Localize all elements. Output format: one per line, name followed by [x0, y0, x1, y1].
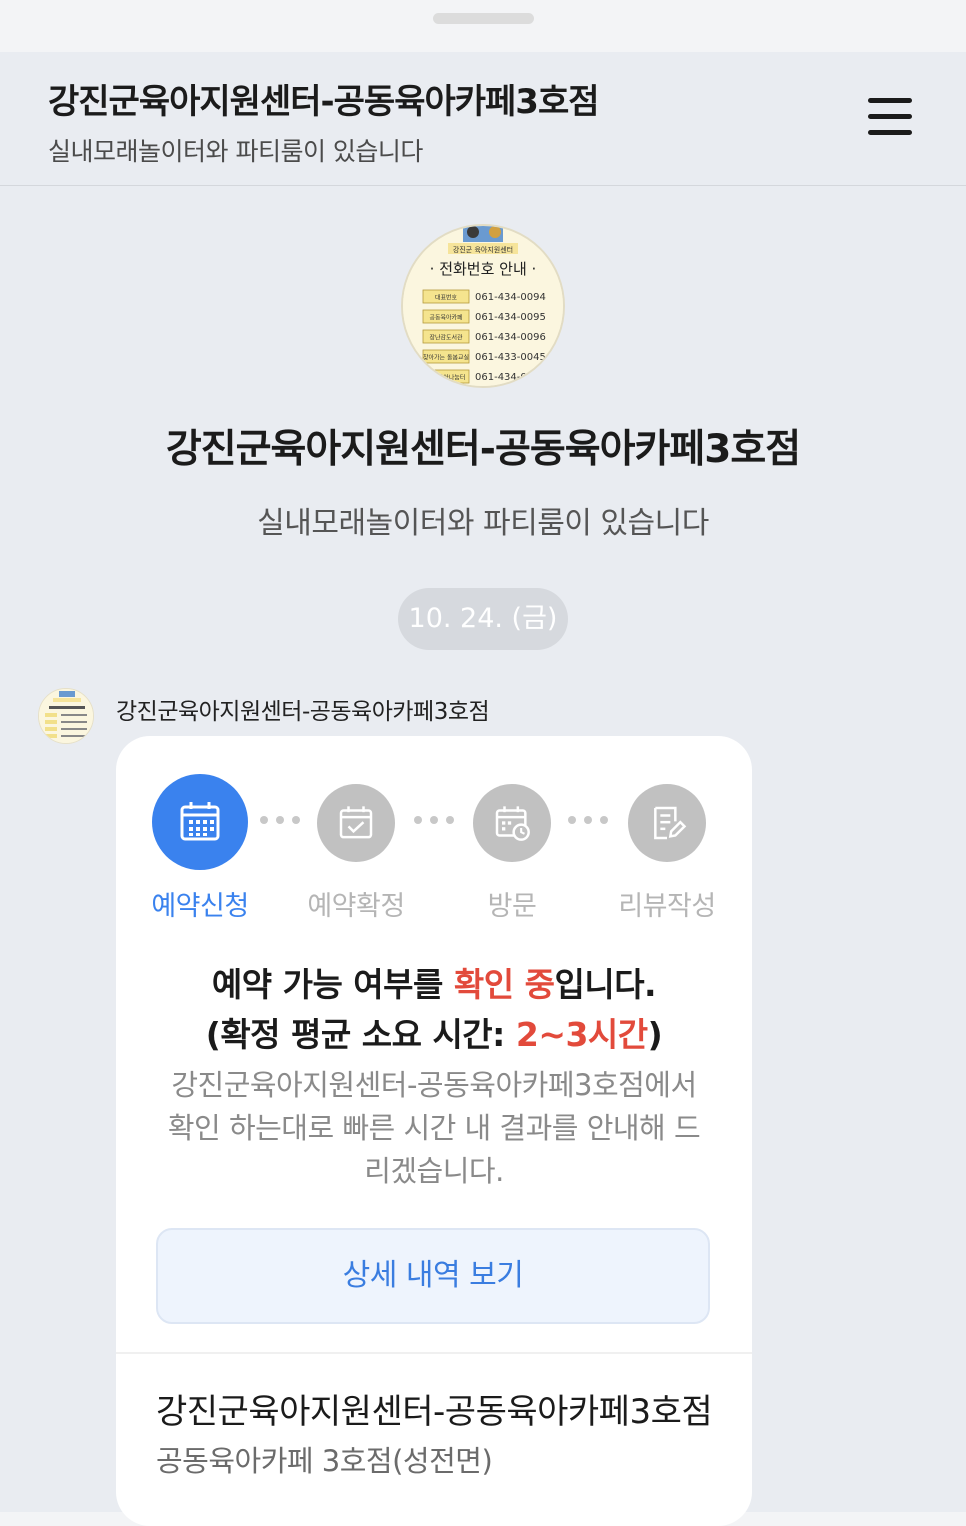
image-row-label: 공동육아나눔터 — [427, 374, 466, 382]
step-request-icon — [152, 774, 248, 870]
menu-bar — [868, 98, 912, 103]
place-branch: 공동육아카페 3호점(성전면) — [156, 1444, 493, 1478]
content: 강진군 육아지원센터 · 전화번호 안내 · 대표번호 061-434-0094 공… — [0, 186, 966, 1526]
calendar-check-icon — [339, 806, 373, 839]
step-label-request: 예약신청 — [151, 891, 249, 922]
review-pencil-icon — [654, 806, 687, 840]
profile-image-graphic: 강진군 육아지원센터 · 전화번호 안내 · 대표번호 061-434-0094 공… — [403, 226, 563, 386]
status-line-1: 예약 가능 여부를 확인 중입니다. — [116, 958, 752, 1006]
status-text: 예약 가능 여부를 — [211, 965, 454, 1004]
divider — [116, 1352, 752, 1354]
status-highlight: 확인 중 — [453, 965, 555, 1004]
menu-bar — [868, 114, 912, 119]
image-row-number: 061-433-0045 — [475, 352, 546, 363]
image-top-label: 강진군 육아지원센터 — [453, 245, 513, 254]
image-row-label: 대표번호 — [435, 294, 458, 302]
sender-name: 강진군육아지원센터-공동육아카페3호점 — [116, 699, 490, 725]
image-title: · 전화번호 안내 · — [430, 260, 537, 278]
header-subtitle: 실내모래놀이터와 파티룸이 있습니다 — [48, 137, 423, 166]
place-name: 강진군육아지원센터-공동육아카페3호점 — [156, 1392, 713, 1432]
sender-avatar[interactable] — [38, 688, 94, 744]
step-label-visit: 방문 — [487, 891, 537, 922]
status-line-2: (확정 평균 소요 시간: 2~3시간) — [116, 1008, 752, 1056]
image-row-label: 찾아가는 돌봄교실 — [423, 354, 469, 362]
menu-icon[interactable] — [862, 92, 918, 142]
view-details-button[interactable]: 상세 내역 보기 — [156, 1228, 710, 1324]
profile-name: 강진군육아지원센터-공동육아카페3호점 — [165, 427, 801, 472]
sheet-grabber[interactable] — [433, 13, 534, 24]
step-visit-icon — [473, 784, 551, 862]
status-text: 입니다. — [554, 965, 657, 1004]
sheet-top — [0, 0, 966, 52]
image-row-label: 공동육아카페 — [429, 314, 462, 322]
status-text: (확정 평균 소요 시간: — [205, 1015, 516, 1054]
calendar-clock-icon — [495, 806, 530, 841]
image-row-number: 061-434-0097 — [475, 372, 546, 383]
profile-image[interactable]: 강진군 육아지원센터 · 전화번호 안내 · 대표번호 061-434-0094 공… — [401, 224, 565, 388]
header: 강진군육아지원센터-공동육아카페3호점 실내모래놀이터와 파티룸이 있습니다 — [0, 52, 966, 186]
calendar-grid-icon — [180, 802, 220, 841]
menu-bar — [868, 130, 912, 135]
status-description: 강진군육아지원센터-공동육아카페3호점에서 확인 하는대로 빠른 시간 내 결과… — [167, 1068, 701, 1188]
profile-description: 실내모래놀이터와 파티룸이 있습니다 — [257, 506, 709, 541]
avg-time-highlight: 2~3시간 — [515, 1015, 648, 1054]
step-connector — [260, 816, 304, 826]
step-label-review: 리뷰작성 — [618, 891, 716, 922]
reservation-card: 예약신청 예약확정 방문 리뷰작성 예약 가능 여부를 확인 중입니다. (확정… — [116, 736, 752, 1526]
status-text: ) — [647, 1015, 663, 1054]
date-divider: 10. 24. (금) — [398, 588, 568, 650]
image-row-label: 장난감도서관 — [429, 334, 463, 342]
step-connector — [414, 816, 458, 826]
image-row-number: 061-434-0095 — [475, 312, 546, 323]
step-confirm-icon — [317, 784, 395, 862]
step-connector — [568, 816, 612, 826]
image-row-number: 061-434-0096 — [475, 332, 546, 343]
image-row-number: 061-434-0094 — [475, 292, 546, 303]
step-label-confirm: 예약확정 — [307, 891, 405, 922]
step-review-icon — [628, 784, 706, 862]
header-title: 강진군육아지원센터-공동육아카페3호점 — [48, 82, 600, 122]
sender-avatar-graphic — [39, 689, 93, 743]
